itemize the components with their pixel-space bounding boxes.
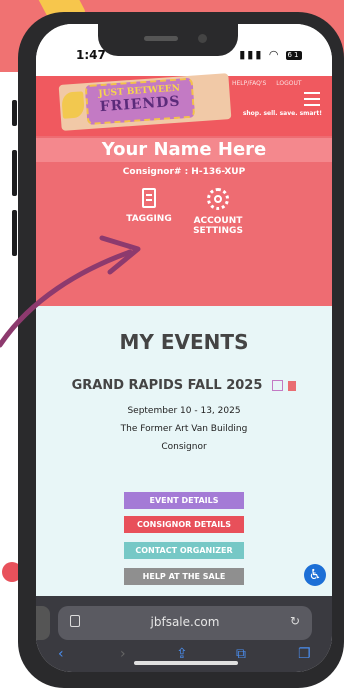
tagging-label: TAGGING	[126, 214, 172, 224]
logout-link[interactable]: LOGOUT	[276, 80, 301, 87]
consignor-panel: Your Name Here Consignor# : H-136-XUP TA…	[36, 136, 332, 306]
event-role: Consignor	[161, 442, 207, 452]
volume-up-button	[12, 150, 17, 196]
consignor-name: Your Name Here	[101, 139, 267, 160]
contact-organizer-button[interactable]: CONTACT ORGANIZER	[124, 542, 244, 559]
previous-tab-preview[interactable]	[36, 606, 50, 640]
delete-icon[interactable]	[288, 380, 297, 391]
share-icon[interactable]: ⇪	[176, 646, 188, 662]
signal-icon: ▮▮▮	[239, 48, 264, 61]
hamburger-menu-icon[interactable]	[304, 92, 320, 106]
consignor-details-button[interactable]: CONSIGNOR DETAILS	[124, 516, 244, 533]
reload-icon[interactable]: ↻	[290, 614, 300, 628]
volume-down-button	[12, 210, 17, 256]
edit-icon[interactable]	[272, 380, 284, 391]
accessibility-icon[interactable]: ♿	[304, 564, 326, 586]
tabs-icon[interactable]: ❐	[298, 646, 311, 662]
status-icons: ▮▮▮ ◠ 61	[239, 48, 302, 61]
logo-bow-icon	[61, 91, 85, 119]
phone-notch	[98, 24, 238, 56]
url-text: jbfsale.com	[150, 615, 220, 629]
account-label-1: ACCOUNT	[193, 216, 243, 226]
account-label-2: SETTINGS	[193, 226, 243, 236]
event-title: GRAND RAPIDS FALL 2025	[36, 378, 332, 393]
tag-icon	[142, 188, 156, 208]
header-links: HELP/FAQ'S LOGOUT	[232, 80, 310, 87]
help-at-sale-button[interactable]: HELP AT THE SALE	[124, 568, 244, 585]
forward-icon[interactable]: ›	[120, 646, 126, 662]
consignor-name-box: Your Name Here	[36, 138, 332, 162]
event-name: GRAND RAPIDS FALL 2025	[71, 378, 263, 393]
wifi-icon: ◠	[268, 48, 281, 61]
home-indicator	[134, 661, 238, 665]
address-bar[interactable]: jbfsale.com ↻	[58, 606, 312, 640]
event-details-button[interactable]: EVENT DETAILS	[124, 492, 244, 509]
event-dates: September 10 - 13, 2025	[127, 406, 241, 416]
tagging-button[interactable]: TAGGING	[122, 188, 176, 224]
tagline: shop. sell. save. smart!	[242, 110, 322, 117]
bookmarks-icon[interactable]: ⧉	[236, 646, 246, 662]
page-title: MY EVENTS	[119, 330, 249, 354]
site-header: JUST BETWEEN FRIENDS HELP/FAQ'S LOGOUT s…	[36, 73, 332, 136]
logo-badge: JUST BETWEEN FRIENDS	[84, 77, 196, 126]
event-venue: The Former Art Van Building	[120, 424, 248, 434]
battery-icon: 61	[286, 50, 302, 60]
gear-icon	[207, 188, 229, 210]
mute-switch	[12, 100, 17, 126]
account-settings-button[interactable]: ACCOUNT SETTINGS	[186, 188, 250, 236]
back-icon[interactable]: ‹	[58, 646, 64, 662]
events-section: MY EVENTS GRAND RAPIDS FALL 2025 Septemb…	[36, 306, 332, 618]
consignor-number: Consignor# : H-136-XUP	[122, 167, 246, 177]
site-logo[interactable]: JUST BETWEEN FRIENDS	[58, 73, 232, 131]
phone-screen: 1:47 ▮▮▮ ◠ 61 JUST BETWEEN FRIENDS HELP/…	[36, 24, 332, 672]
help-link[interactable]: HELP/FAQ'S	[232, 80, 266, 87]
status-time: 1:47	[76, 48, 106, 62]
